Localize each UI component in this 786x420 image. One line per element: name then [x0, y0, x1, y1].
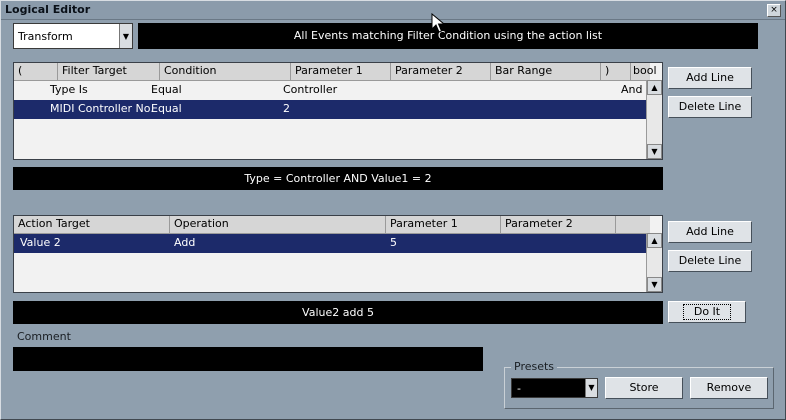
action-row-1-operation: Add	[174, 236, 196, 249]
filter-header-target[interactable]: Filter Target	[58, 63, 160, 80]
chevron-down-icon[interactable]: ▼	[585, 379, 597, 397]
filter-header-open-paren[interactable]: (	[14, 63, 58, 80]
presets-label: Presets	[511, 360, 558, 373]
filter-summary-bar: Type = Controller AND Value1 = 2	[13, 167, 663, 190]
presets-dropdown[interactable]: - ▼	[511, 378, 598, 398]
action-row-1-param1: 5	[390, 236, 397, 249]
action-header-parameter-2[interactable]: Parameter 2	[501, 216, 616, 233]
action-list-scrollbar[interactable]: ▲ ▼	[646, 233, 662, 292]
scroll-down-arrow-icon[interactable]: ▼	[647, 277, 662, 292]
filter-header-condition[interactable]: Condition	[160, 63, 291, 80]
action-row-1-target: Value 2	[20, 236, 61, 249]
scroll-up-arrow-icon[interactable]: ▲	[647, 80, 662, 95]
mode-dropdown-value: Transform	[18, 30, 73, 43]
window-title: Logical Editor	[5, 3, 91, 16]
filter-list-scrollbar[interactable]: ▲ ▼	[646, 80, 662, 159]
filter-row-1[interactable]: Type Is Equal Controller And	[14, 81, 646, 101]
filter-header-close-paren[interactable]: )	[601, 63, 631, 80]
filter-list-header: ( Filter Target Condition Parameter 1 Pa…	[14, 63, 657, 81]
presets-store-button[interactable]: Store	[605, 377, 683, 399]
filter-add-line-button[interactable]: Add Line	[668, 67, 752, 89]
presets-dropdown-value: -	[517, 382, 521, 395]
close-button[interactable]: ×	[767, 4, 781, 17]
action-row-1[interactable]: Value 2 Add 5	[14, 234, 646, 253]
filter-header-bool[interactable]: bool	[631, 63, 657, 80]
filter-row-2-condition: Equal	[151, 102, 182, 115]
action-header-spacer	[616, 216, 650, 233]
action-delete-line-button[interactable]: Delete Line	[668, 250, 752, 272]
filter-row-1-param1: Controller	[283, 83, 338, 96]
action-header-target[interactable]: Action Target	[14, 216, 170, 233]
logical-editor-window: Logical Editor × Transform ▼ All Events …	[0, 0, 786, 420]
title-bar[interactable]: Logical Editor ×	[1, 1, 785, 20]
filter-row-1-target: Type Is	[50, 83, 88, 96]
filter-row-2-param1: 2	[283, 102, 290, 115]
mode-dropdown[interactable]: Transform ▼	[13, 23, 133, 49]
comment-input[interactable]	[13, 347, 483, 371]
action-list[interactable]: Action Target Operation Parameter 1 Para…	[13, 215, 663, 293]
filter-row-1-bool: And	[621, 83, 643, 96]
filter-condition-list[interactable]: ( Filter Target Condition Parameter 1 Pa…	[13, 62, 663, 160]
action-add-line-button[interactable]: Add Line	[668, 221, 752, 243]
mode-caption-bar: All Events matching Filter Condition usi…	[138, 23, 758, 49]
comment-label: Comment	[17, 330, 71, 343]
presets-remove-button[interactable]: Remove	[690, 377, 768, 399]
action-list-header: Action Target Operation Parameter 1 Para…	[14, 216, 650, 234]
action-header-parameter-1[interactable]: Parameter 1	[386, 216, 501, 233]
action-summary-bar: Value2 add 5	[13, 301, 663, 324]
action-header-operation[interactable]: Operation	[170, 216, 386, 233]
scroll-up-arrow-icon[interactable]: ▲	[647, 233, 662, 248]
filter-row-2[interactable]: MIDI Controller No. Equal 2	[14, 100, 646, 119]
do-it-button[interactable]: Do It	[668, 301, 746, 323]
chevron-down-icon[interactable]: ▼	[119, 24, 132, 48]
do-it-button-label: Do It	[682, 304, 732, 320]
filter-row-1-condition: Equal	[151, 83, 182, 96]
filter-row-2-target: MIDI Controller No.	[50, 102, 154, 115]
filter-header-bar-range[interactable]: Bar Range	[491, 63, 601, 80]
filter-header-parameter-2[interactable]: Parameter 2	[391, 63, 491, 80]
scroll-down-arrow-icon[interactable]: ▼	[647, 144, 662, 159]
filter-delete-line-button[interactable]: Delete Line	[668, 96, 752, 118]
filter-header-parameter-1[interactable]: Parameter 1	[291, 63, 391, 80]
mouse-pointer-icon	[431, 13, 445, 33]
